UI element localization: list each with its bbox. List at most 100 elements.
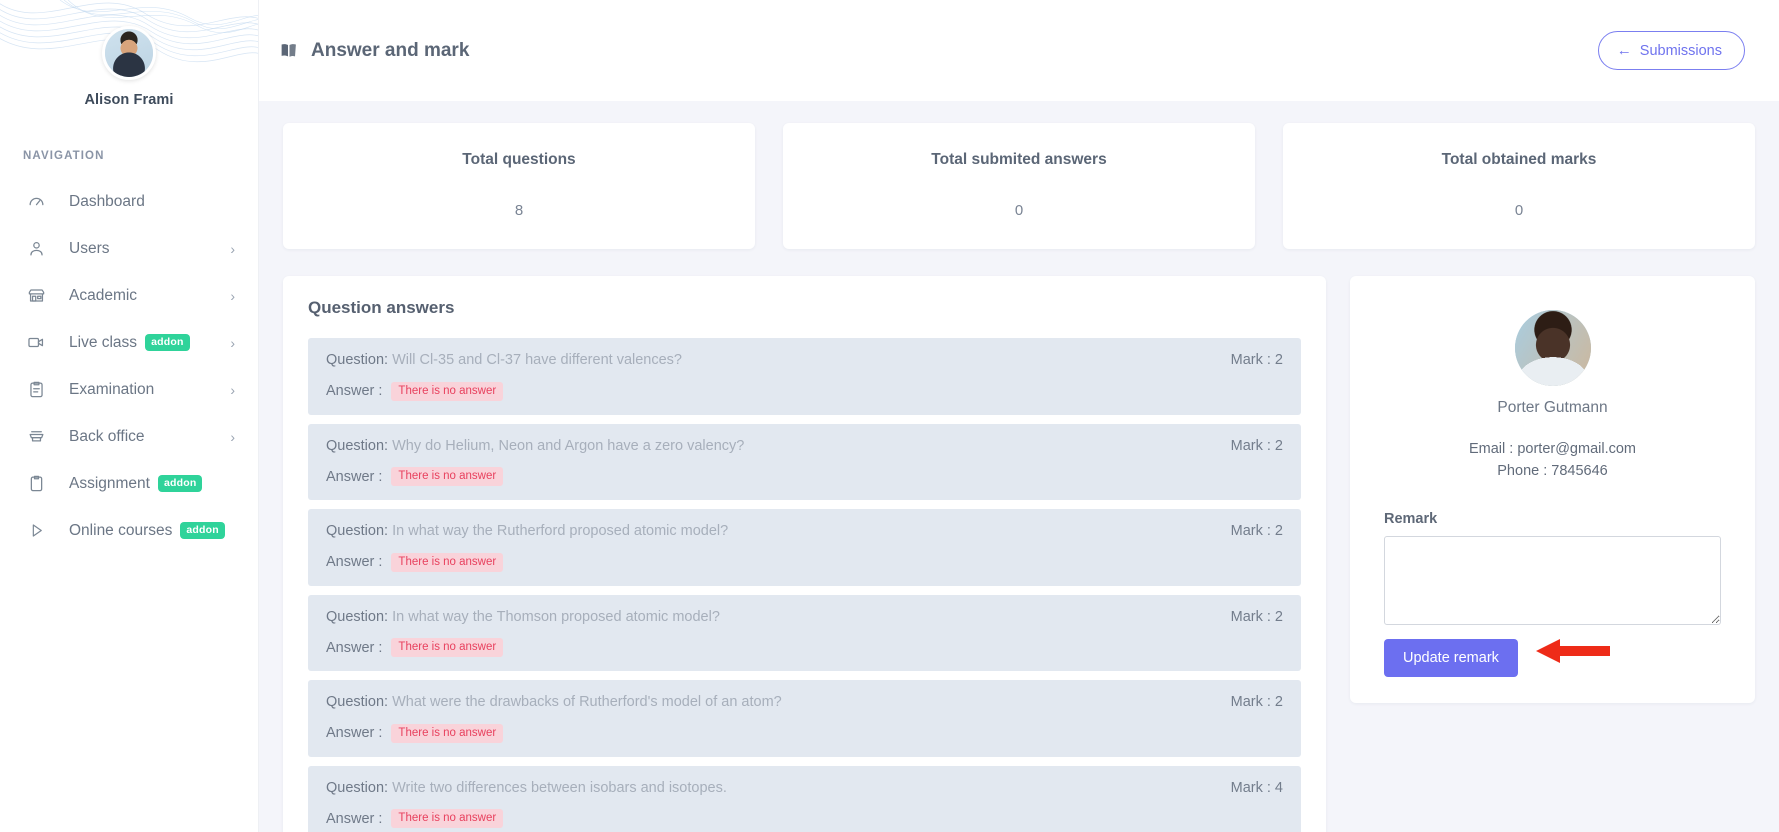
mark-number: 2: [1275, 694, 1283, 710]
stat-title: Total questions: [293, 151, 745, 169]
sidebar-item-online-courses[interactable]: Online coursesaddon: [0, 507, 258, 554]
student-name: Porter Gutmann: [1384, 399, 1721, 417]
no-answer-badge: There is no answer: [391, 724, 503, 743]
chevron-right-icon: ›: [230, 430, 235, 444]
app-root: Alison Frami NAVIGATION Dashboard Users: [0, 0, 1779, 832]
answer-line: Answer : There is no answer: [326, 638, 1213, 657]
mark-prefix: Mark :: [1231, 352, 1271, 368]
sidebar-item-academic[interactable]: Academic ›: [0, 272, 258, 319]
mark-number: 2: [1275, 352, 1283, 368]
question-answer-body: Question: Why do Helium, Neon and Argon …: [326, 437, 1213, 487]
mark-prefix: Mark :: [1231, 609, 1271, 625]
stat-title: Total obtained marks: [1293, 151, 1745, 169]
question-text: What were the drawbacks of Rutherford's …: [392, 694, 782, 710]
topbar: Answer and mark ← Submissions: [259, 0, 1779, 101]
chevron-right-icon: ›: [230, 289, 235, 303]
user-icon: [25, 238, 47, 260]
sidebar-item-examination[interactable]: Examination ›: [0, 366, 258, 413]
question-answer-row: Question: What were the drawbacks of Rut…: [308, 680, 1301, 757]
question-answer-body: Question: Write two differences between …: [326, 779, 1213, 829]
stat-card-total-questions: Total questions 8: [283, 123, 755, 249]
question-prefix: Question:: [326, 352, 388, 368]
mark-value: Mark : 2: [1231, 608, 1283, 625]
content-scroll-area: Total questions 8 Total submited answers…: [259, 101, 1779, 832]
question-text: Why do Helium, Neon and Argon have a zer…: [392, 438, 744, 454]
remark-label: Remark: [1384, 511, 1721, 527]
mark-value: Mark : 2: [1231, 351, 1283, 368]
question-answers-title: Question answers: [308, 298, 1301, 318]
mark-prefix: Mark :: [1231, 694, 1271, 710]
clipboard-icon: [25, 379, 47, 401]
update-remark-button[interactable]: Update remark: [1384, 639, 1518, 677]
answer-line: Answer : There is no answer: [326, 553, 1213, 572]
bank-icon: [25, 285, 47, 307]
stat-value: 0: [1293, 202, 1745, 219]
answer-prefix: Answer :: [326, 554, 382, 570]
question-line: Question: Write two differences between …: [326, 779, 1213, 799]
stat-card-total-submited-answers: Total submited answers 0: [783, 123, 1255, 249]
question-text: In what way the Thomson proposed atomic …: [392, 609, 720, 625]
submissions-button[interactable]: ← Submissions: [1598, 31, 1745, 70]
answer-prefix: Answer :: [326, 725, 382, 741]
profile-name: Alison Frami: [0, 92, 258, 108]
question-answer-row: Question: Write two differences between …: [308, 766, 1301, 832]
sidebar: Alison Frami NAVIGATION Dashboard Users: [0, 0, 259, 832]
mark-prefix: Mark :: [1231, 780, 1271, 796]
sidebar-profile: Alison Frami: [0, 0, 258, 108]
question-text: Write two differences between isobars an…: [392, 780, 727, 796]
mark-number: 4: [1275, 780, 1283, 796]
sidebar-item-label: Live classaddon: [69, 334, 190, 352]
annotation-arrow-icon: [1534, 638, 1612, 664]
sidebar-item-assignment[interactable]: Assignmentaddon: [0, 460, 258, 507]
sidebar-item-label: Academic: [69, 287, 137, 305]
question-prefix: Question:: [326, 780, 388, 796]
sidebar-item-back-office[interactable]: Back office ›: [0, 413, 258, 460]
sidebar-item-users[interactable]: Users ›: [0, 225, 258, 272]
no-answer-badge: There is no answer: [391, 638, 503, 657]
sidebar-item-live-class[interactable]: Live classaddon ›: [0, 319, 258, 366]
sidebar-item-label: Examination: [69, 381, 154, 399]
question-answer-row: Question: In what way the Rutherford pro…: [308, 509, 1301, 586]
answer-prefix: Answer :: [326, 383, 382, 399]
addon-badge: addon: [158, 475, 203, 492]
question-line: Question: Why do Helium, Neon and Argon …: [326, 437, 1213, 457]
question-answers-list: Question: Will Cl-35 and Cl-37 have diff…: [308, 338, 1301, 832]
stats-row: Total questions 8 Total submited answers…: [283, 123, 1755, 249]
student-panel: Porter Gutmann Email : porter@gmail.com …: [1350, 276, 1755, 703]
mark-prefix: Mark :: [1231, 523, 1271, 539]
no-answer-badge: There is no answer: [391, 553, 503, 572]
question-text: In what way the Rutherford proposed atom…: [392, 523, 728, 539]
question-answers-panel: Question answers Question: Will Cl-35 an…: [283, 276, 1326, 832]
answer-line: Answer : There is no answer: [326, 382, 1213, 401]
question-line: Question: In what way the Thomson propos…: [326, 608, 1213, 628]
page-title: Answer and mark: [279, 40, 469, 62]
question-line: Question: In what way the Rutherford pro…: [326, 522, 1213, 542]
update-remark-row: Update remark: [1384, 625, 1721, 677]
question-prefix: Question:: [326, 438, 388, 454]
chevron-right-icon: ›: [230, 383, 235, 397]
mark-value: Mark : 2: [1231, 437, 1283, 454]
sidebar-item-label: Users: [69, 240, 109, 258]
sidebar-item-label: Assignmentaddon: [69, 475, 202, 493]
panel-row: Question answers Question: Will Cl-35 an…: [283, 276, 1755, 832]
answer-line: Answer : There is no answer: [326, 809, 1213, 828]
question-line: Question: Will Cl-35 and Cl-37 have diff…: [326, 351, 1213, 371]
stat-value: 0: [793, 202, 1245, 219]
navigation-section-label: NAVIGATION: [23, 150, 258, 162]
chevron-right-icon: ›: [230, 242, 235, 256]
mark-number: 2: [1275, 438, 1283, 454]
answer-line: Answer : There is no answer: [326, 467, 1213, 486]
question-text: Will Cl-35 and Cl-37 have different vale…: [392, 352, 682, 368]
question-answer-row: Question: In what way the Thomson propos…: [308, 595, 1301, 672]
sidebar-item-label: Online coursesaddon: [69, 522, 225, 540]
question-answer-body: Question: Will Cl-35 and Cl-37 have diff…: [326, 351, 1213, 401]
remark-input[interactable]: [1384, 536, 1721, 625]
question-prefix: Question:: [326, 523, 388, 539]
clipboard2-icon: [25, 473, 47, 495]
submissions-button-label: Submissions: [1640, 43, 1722, 59]
sidebar-item-dashboard[interactable]: Dashboard: [0, 178, 258, 225]
mark-value: Mark : 2: [1231, 693, 1283, 710]
mark-prefix: Mark :: [1231, 438, 1271, 454]
student-phone: Phone : 7845646: [1384, 460, 1721, 482]
student-email: Email : porter@gmail.com: [1384, 438, 1721, 460]
